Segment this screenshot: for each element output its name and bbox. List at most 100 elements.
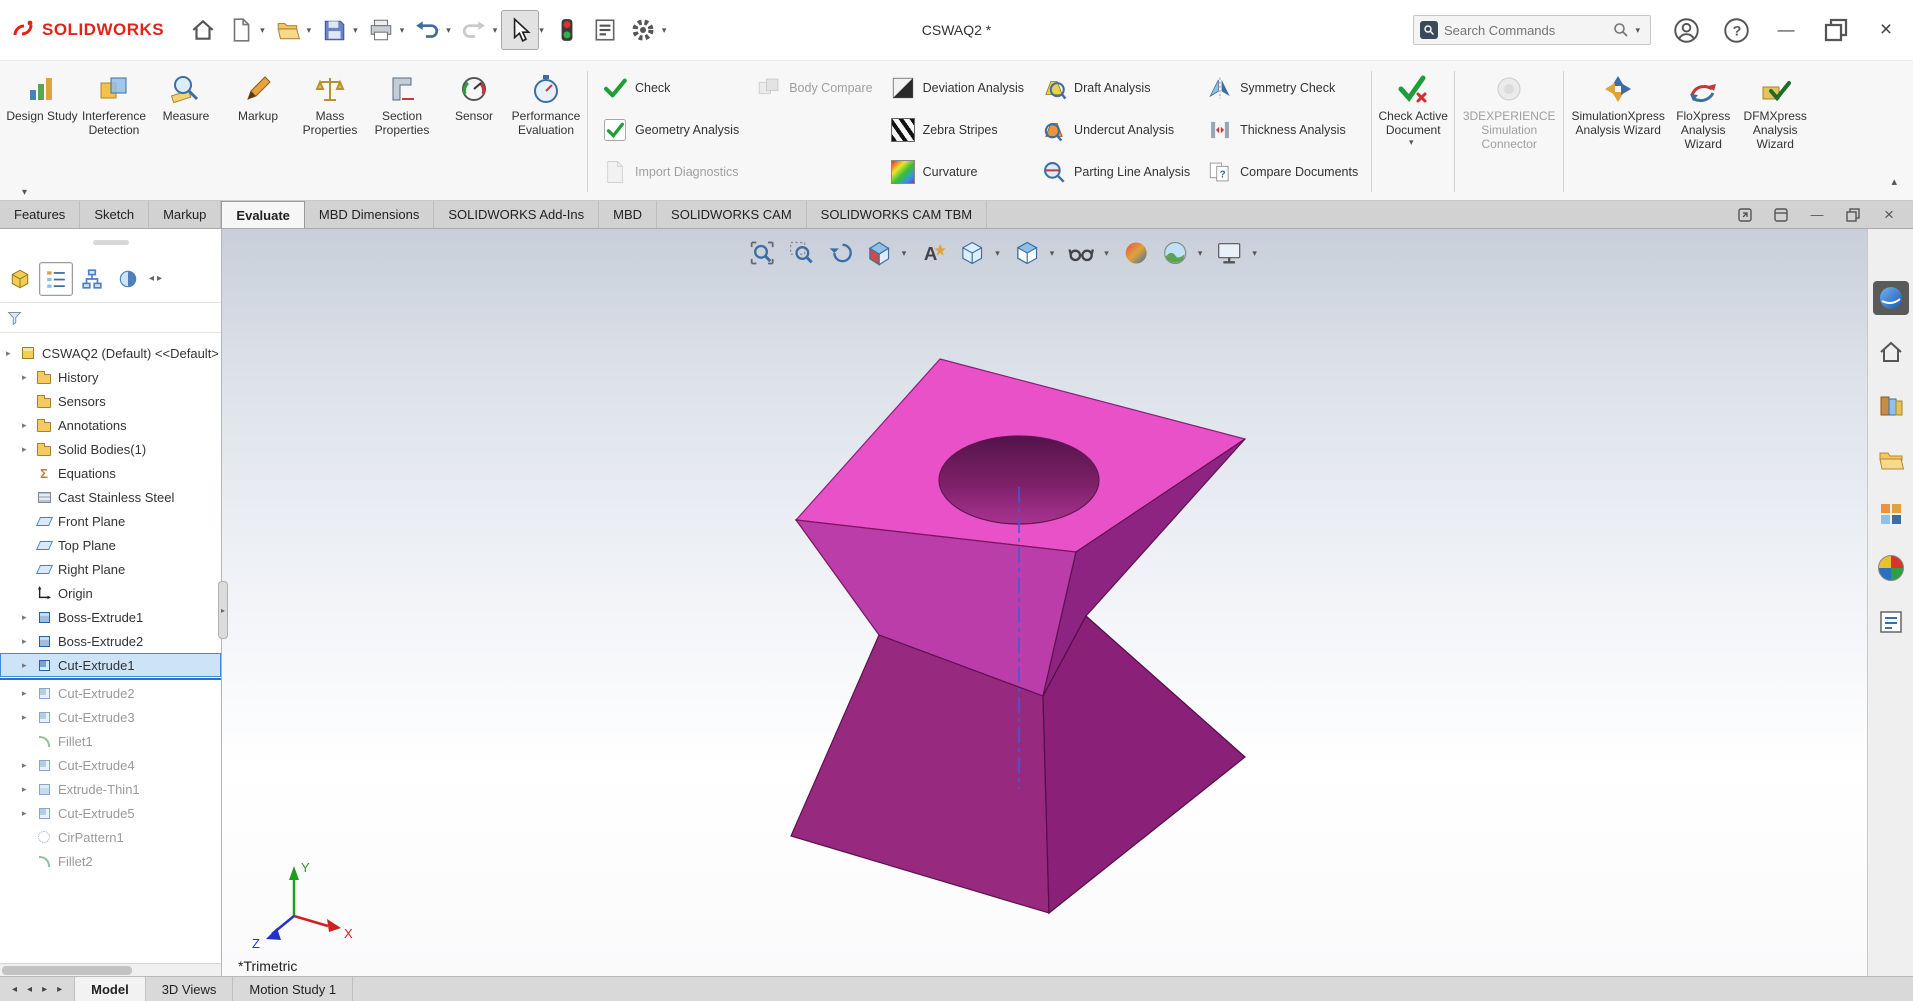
tab-markup[interactable]: Markup xyxy=(149,201,222,228)
dfmxpress-wizard-button[interactable]: DFMXpress Analysis Wizard xyxy=(1739,63,1811,200)
expander-icon[interactable]: ▸ xyxy=(22,688,34,699)
tab-features[interactable]: Features xyxy=(0,201,81,228)
tree-item-cut-extrude1[interactable]: ▸ Cut-Extrude1 xyxy=(0,653,221,677)
apply-scene-button[interactable] xyxy=(1159,237,1191,269)
expander-icon[interactable]: ▸ xyxy=(22,636,34,647)
view-orientation-button[interactable] xyxy=(956,237,988,269)
draft-analysis-button[interactable]: Draft Analysis xyxy=(1032,67,1198,109)
body-compare-button[interactable]: Body Compare xyxy=(747,67,880,109)
tab-solidworks-cam-tbm[interactable]: SOLIDWORKS CAM TBM xyxy=(807,201,988,228)
appearances-button[interactable] xyxy=(1873,551,1909,585)
tree-item-cut-extrude4[interactable]: ▸ Cut-Extrude4 xyxy=(0,753,221,777)
tree-item-annotations[interactable]: ▸ Annotations xyxy=(0,413,221,437)
panel-tab-scroll-right-icon[interactable]: ▸ xyxy=(157,273,162,284)
model-lower-right-face[interactable] xyxy=(1042,615,1246,915)
tab-sketch[interactable]: Sketch xyxy=(80,201,150,228)
expander-icon[interactable]: ▸ xyxy=(22,372,34,383)
ribbon-overflow-icon[interactable]: ▾ xyxy=(22,187,27,198)
expander-icon[interactable]: ▸ xyxy=(22,444,34,455)
display-style-button[interactable] xyxy=(1011,237,1043,269)
tree-item-material[interactable]: Cast Stainless Steel xyxy=(0,485,221,509)
symmetry-check-button[interactable]: Symmetry Check xyxy=(1198,67,1366,109)
expander-icon[interactable]: ▸ xyxy=(22,712,34,723)
tree-item-cut-extrude2[interactable]: ▸ Cut-Extrude2 xyxy=(0,681,221,705)
tree-item-equations[interactable]: Σ Equations xyxy=(0,461,221,485)
tab-solidworks-cam[interactable]: SOLIDWORKS CAM xyxy=(657,201,807,228)
undercut-analysis-button[interactable]: Undercut Analysis xyxy=(1032,109,1198,151)
import-diagnostics-button[interactable]: Import Diagnostics xyxy=(593,151,747,193)
search-dropdown-icon[interactable]: ▾ xyxy=(1635,25,1640,36)
tree-item-boss-extrude2[interactable]: ▸ Boss-Extrude2 xyxy=(0,629,221,653)
search-commands-input[interactable] xyxy=(1444,22,1608,38)
model-canvas[interactable] xyxy=(222,229,1867,976)
save-dropdown-icon[interactable]: ▾ xyxy=(353,25,358,36)
tree-item-cut-extrude3[interactable]: ▸ Cut-Extrude3 xyxy=(0,705,221,729)
check-active-document-button[interactable]: Check Active Document ▾ xyxy=(1377,63,1449,200)
panel-grip[interactable] xyxy=(0,229,221,255)
tree-item-top-plane[interactable]: Top Plane xyxy=(0,533,221,557)
tab-solidworks-add-ins[interactable]: SOLIDWORKS Add-Ins xyxy=(434,201,600,228)
tree-item-origin[interactable]: Origin xyxy=(0,581,221,605)
options-button[interactable] xyxy=(624,10,662,50)
previous-view-button[interactable] xyxy=(824,237,856,269)
mass-properties-button[interactable]: Mass Properties xyxy=(294,63,366,200)
floxpress-wizard-button[interactable]: FloXpress Analysis Wizard xyxy=(1667,63,1739,200)
3dexperience-simulation-connector-button[interactable]: 3DEXPERIENCE Simulation Connector xyxy=(1460,63,1558,200)
rollback-bar[interactable] xyxy=(0,678,221,680)
check-active-document-dropdown-icon[interactable]: ▾ xyxy=(1409,137,1414,148)
custom-properties-button[interactable] xyxy=(1873,497,1909,531)
markup-button[interactable]: Markup xyxy=(222,63,294,200)
interference-detection-button[interactable]: Interference Detection xyxy=(78,63,150,200)
zoom-to-area-button[interactable] xyxy=(785,237,817,269)
measure-button[interactable]: Measure xyxy=(150,63,222,200)
new-dropdown-icon[interactable]: ▾ xyxy=(260,25,265,36)
model-tab[interactable]: Model xyxy=(75,977,146,1001)
expander-icon[interactable]: ▸ xyxy=(22,660,34,671)
tree-item-right-plane[interactable]: Right Plane xyxy=(0,557,221,581)
help-button[interactable]: ? xyxy=(1721,15,1751,45)
new-document-button[interactable] xyxy=(222,10,260,50)
section-view-dropdown-icon[interactable]: ▾ xyxy=(902,248,907,259)
panel-splitter-handle[interactable]: ▸ xyxy=(218,581,228,639)
expander-icon[interactable]: ▸ xyxy=(22,784,34,795)
motion-study-tab[interactable]: Motion Study 1 xyxy=(233,977,354,1001)
design-study-button[interactable]: Design Study xyxy=(6,63,78,200)
edit-appearance-button[interactable] xyxy=(1120,237,1152,269)
doc-window-float-icon[interactable] xyxy=(1771,205,1791,225)
close-button[interactable]: × xyxy=(1871,15,1901,45)
expander-icon[interactable]: ▸ xyxy=(6,348,18,359)
options-dropdown-icon[interactable]: ▾ xyxy=(662,25,667,36)
expander-icon[interactable]: ▸ xyxy=(22,612,34,623)
display-manager-tab[interactable] xyxy=(111,262,145,296)
scroll-left-icon[interactable]: ◂ xyxy=(27,984,32,995)
display-style-dropdown-icon[interactable]: ▾ xyxy=(1050,248,1055,259)
tab-mbd-dimensions[interactable]: MBD Dimensions xyxy=(305,201,435,228)
tree-item-boss-extrude1[interactable]: ▸ Boss-Extrude1 xyxy=(0,605,221,629)
tree-item-fillet1[interactable]: Fillet1 xyxy=(0,729,221,753)
sensor-button[interactable]: Sensor xyxy=(438,63,510,200)
tree-item-cut-extrude5[interactable]: ▸ Cut-Extrude5 xyxy=(0,801,221,825)
simulationxpress-wizard-button[interactable]: SimulationXpress Analysis Wizard xyxy=(1569,63,1667,200)
section-view-button[interactable] xyxy=(863,237,895,269)
undo-dropdown-icon[interactable]: ▾ xyxy=(446,25,451,36)
search-scope-icon[interactable] xyxy=(1420,21,1438,39)
orientation-triad[interactable]: Y X Z xyxy=(244,852,364,952)
graphics-viewport[interactable]: ▾ A ▾ ▾ ▾ ▾ ▾ Y X Z *Trimetric xyxy=(222,229,1867,976)
deviation-analysis-button[interactable]: Deviation Analysis xyxy=(881,67,1032,109)
parting-line-analysis-button[interactable]: Parting Line Analysis xyxy=(1032,151,1198,193)
geometry-analysis-button[interactable]: Geometry Analysis xyxy=(593,109,747,151)
save-button[interactable] xyxy=(315,10,353,50)
hide-show-items-dropdown-icon[interactable]: ▾ xyxy=(1104,248,1109,259)
scroll-last-icon[interactable]: ▸ xyxy=(57,984,62,995)
doc-restore-button[interactable] xyxy=(1843,205,1863,225)
tree-item-sensors[interactable]: Sensors xyxy=(0,389,221,413)
doc-window-pop-icon[interactable] xyxy=(1735,205,1755,225)
feature-manager-tab[interactable] xyxy=(39,261,73,296)
document-recovery-button[interactable] xyxy=(1873,605,1909,639)
zoom-to-fit-button[interactable] xyxy=(746,237,778,269)
tree-item-extrude-thin1[interactable]: ▸ Extrude-Thin1 xyxy=(0,777,221,801)
part-manager-tab[interactable] xyxy=(3,262,37,296)
expander-icon[interactable]: ▸ xyxy=(22,420,34,431)
3dexperience-pane-button[interactable] xyxy=(1872,281,1909,315)
doc-minimize-button[interactable]: — xyxy=(1807,205,1827,225)
